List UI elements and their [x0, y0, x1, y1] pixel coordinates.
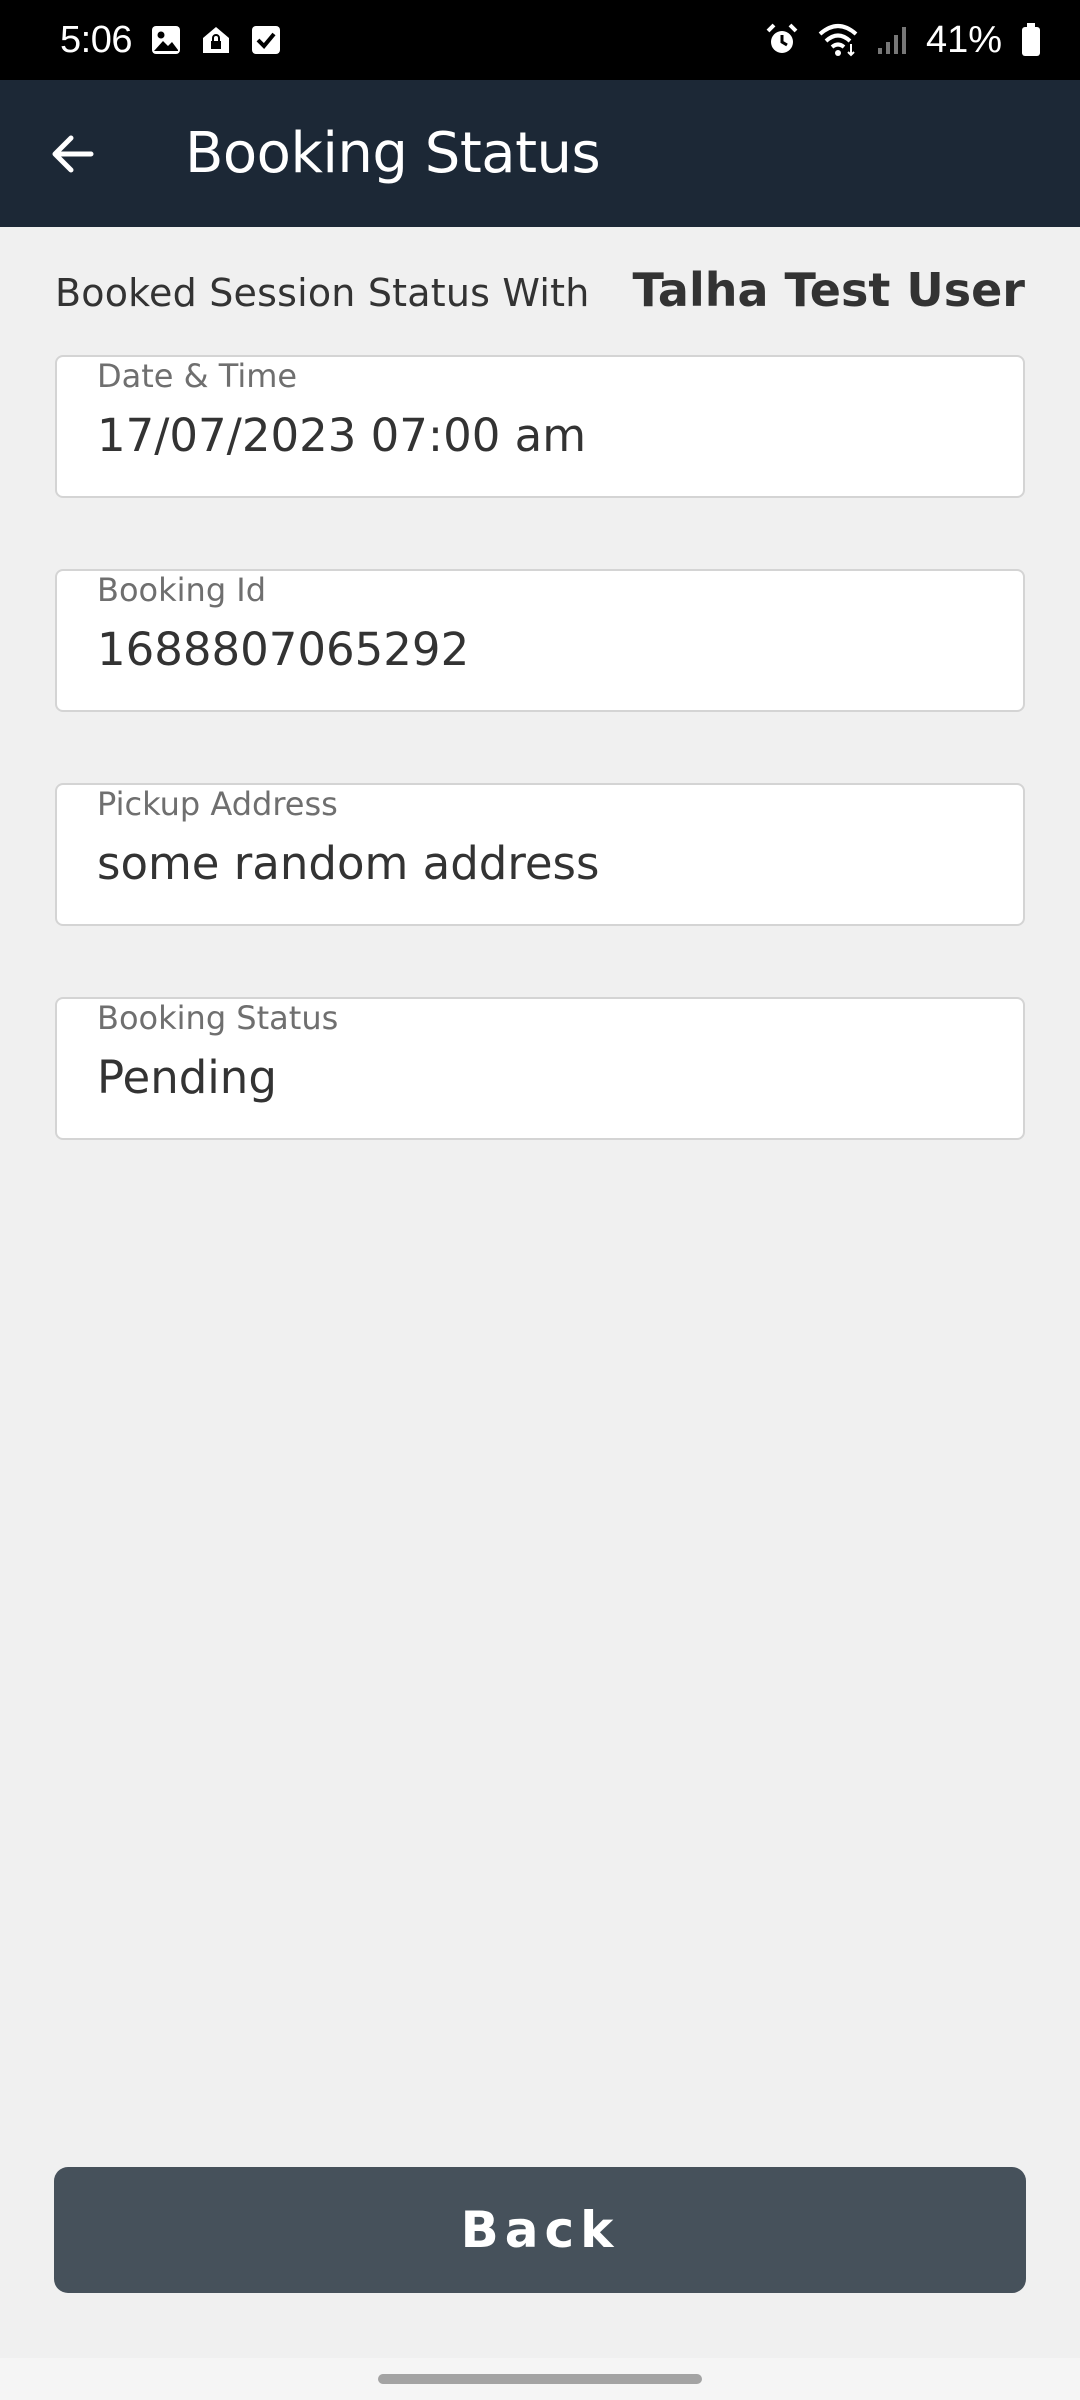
status-time: 5:06	[60, 18, 132, 61]
field-label: Booking Status	[97, 999, 339, 1037]
date-time-field[interactable]: Date & Time 17/07/2023 07:00 am	[55, 355, 1025, 498]
checkbox-icon	[250, 24, 282, 56]
home-lock-icon	[200, 24, 232, 56]
back-button[interactable]: Back	[54, 2167, 1026, 2293]
session-header: Booked Session Status With Talha Test Us…	[55, 263, 1025, 317]
booking-id-field[interactable]: Booking Id 1688807065292	[55, 569, 1025, 712]
field-value: 17/07/2023 07:00 am	[97, 409, 587, 462]
status-bar-left: 5:06	[60, 19, 282, 62]
field-label: Pickup Address	[97, 785, 338, 823]
home-indicator[interactable]	[378, 2374, 702, 2384]
field-value: some random address	[97, 837, 600, 890]
field-label: Date & Time	[97, 357, 298, 395]
app-bar: Booking Status	[0, 80, 1080, 227]
status-bar-right: 41%	[764, 19, 1042, 62]
navigation-bar	[0, 2358, 1080, 2400]
pickup-address-field[interactable]: Pickup Address some random address	[55, 783, 1025, 926]
gallery-icon	[150, 24, 182, 56]
field-value: 1688807065292	[97, 623, 470, 676]
wifi-icon	[818, 22, 858, 58]
session-prefix-text: Booked Session Status With	[55, 271, 590, 315]
signal-icon	[876, 24, 908, 56]
booking-status-field[interactable]: Booking Status Pending	[55, 997, 1025, 1140]
arrow-left-icon[interactable]	[37, 119, 107, 189]
alarm-icon	[764, 22, 800, 58]
battery-percent: 41%	[925, 18, 1002, 61]
session-user-name: Talha Test User	[632, 263, 1025, 317]
field-label: Booking Id	[97, 571, 267, 609]
status-bar: 5:06 41%	[0, 0, 1080, 80]
battery-icon	[1020, 22, 1042, 58]
field-value: Pending	[97, 1051, 277, 1104]
page-title: Booking Status	[185, 121, 601, 186]
